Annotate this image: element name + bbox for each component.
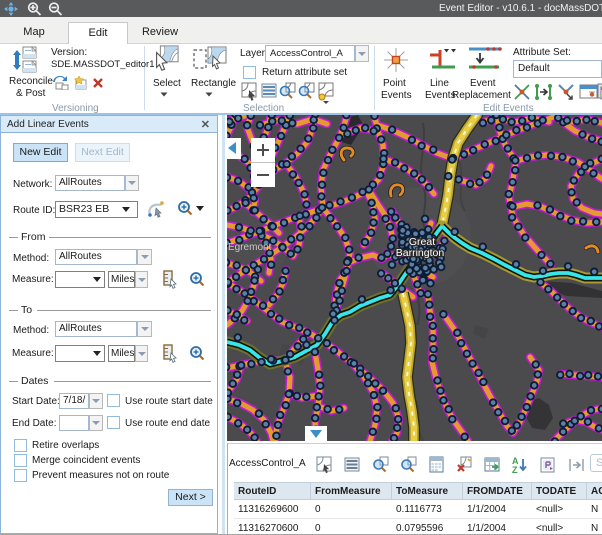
svg-text:Z: Z — [512, 465, 518, 474]
svg-text:Barrington: Barrington — [396, 247, 445, 259]
svg-text:Egremont: Egremont — [228, 242, 272, 253]
